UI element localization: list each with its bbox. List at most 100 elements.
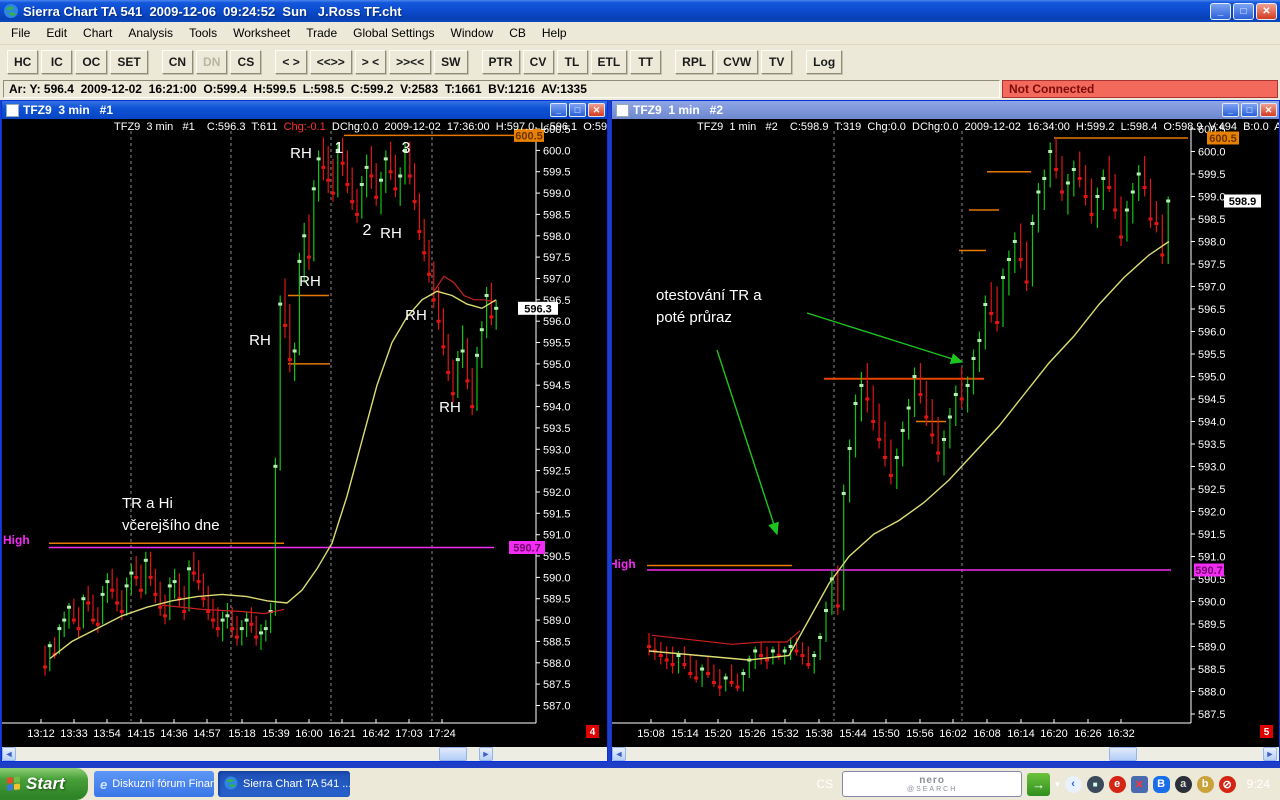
chart-canvas-3min[interactable]: 600.5600.0599.5599.0598.5598.0597.5597.0… bbox=[2, 119, 607, 747]
toolbar-button-hc[interactable]: HC bbox=[7, 49, 39, 74]
chart-maximize-button[interactable]: □ bbox=[569, 103, 586, 117]
toolbar-button-tv[interactable]: TV bbox=[761, 49, 793, 74]
toolbar-button-[interactable]: <<>> bbox=[309, 49, 352, 74]
bluetooth-icon[interactable]: B bbox=[1152, 775, 1170, 793]
scroll-right-button[interactable]: ► bbox=[1263, 747, 1277, 761]
chart-minimize-button[interactable]: _ bbox=[1222, 103, 1239, 117]
tray-collapse-chevron-icon[interactable]: ‹ bbox=[1064, 775, 1082, 793]
toolbar-button-[interactable]: < > bbox=[275, 49, 307, 74]
menu-trade[interactable]: Trade bbox=[298, 23, 345, 43]
menu-worksheet[interactable]: Worksheet bbox=[225, 23, 298, 43]
chart-window-icon bbox=[616, 103, 629, 117]
toolbar-button-ptr[interactable]: PTR bbox=[481, 49, 520, 74]
toolbar-button-cn[interactable]: CN bbox=[161, 49, 194, 74]
search-dropdown-arrow[interactable]: ▾ bbox=[1055, 779, 1060, 790]
svg-text:595.5: 595.5 bbox=[543, 338, 571, 350]
menu-tools[interactable]: Tools bbox=[181, 23, 225, 43]
toolbar-button-cv[interactable]: CV bbox=[522, 49, 554, 74]
display-error-icon[interactable]: ✕ bbox=[1130, 775, 1148, 793]
app-close-button[interactable]: ✕ bbox=[1256, 2, 1277, 20]
toolbar-button-cvw[interactable]: CVW bbox=[716, 49, 759, 74]
taskbar-clock[interactable]: 9:24 bbox=[1247, 777, 1270, 791]
svg-text:15:38: 15:38 bbox=[805, 728, 833, 740]
scroll-thumb[interactable] bbox=[439, 747, 467, 761]
horizontal-scrollbar[interactable]: ◄ ► bbox=[612, 747, 1279, 761]
toolbar-button-rpl[interactable]: RPL bbox=[675, 49, 714, 74]
chart-window-3min-titlebar[interactable]: TFZ9 3 min #1 _ □ ✕ bbox=[2, 101, 607, 119]
svg-text:14:57: 14:57 bbox=[193, 728, 221, 740]
chart-window-title: TFZ9 1 min #2 bbox=[633, 103, 724, 117]
toolbar-button-log[interactable]: Log bbox=[806, 49, 843, 74]
menu-analysis[interactable]: Analysis bbox=[120, 23, 181, 43]
toolbar-button-tt[interactable]: TT bbox=[630, 49, 662, 74]
time-scale[interactable]: 15:08 15:14 15:20 15:26 15:32 15:38 15:44 15:50… bbox=[637, 719, 1135, 740]
app-minimize-button[interactable]: _ bbox=[1210, 2, 1231, 20]
toolbar-button-tl[interactable]: TL bbox=[556, 49, 588, 74]
b-tray-icon[interactable]: b bbox=[1196, 775, 1214, 793]
menu-cb[interactable]: CB bbox=[501, 23, 534, 43]
scroll-right-button[interactable]: ► bbox=[479, 747, 493, 761]
annotation-label: 2 bbox=[363, 222, 372, 239]
app-titlebar[interactable]: Sierra Chart TA 541 2009-12-06 09:24:52 … bbox=[0, 0, 1280, 22]
svg-text:587.0: 587.0 bbox=[543, 701, 571, 713]
toolbar-button-oc[interactable]: OC bbox=[75, 49, 108, 74]
annotation-arrow bbox=[716, 349, 779, 536]
svg-text:592.5: 592.5 bbox=[1198, 484, 1226, 496]
toolbar-button-etl[interactable]: ETL bbox=[590, 49, 628, 74]
avast-tray-icon[interactable]: a bbox=[1174, 775, 1192, 793]
network-activity-icon[interactable]: ■ bbox=[1086, 775, 1104, 793]
moving-average-red bbox=[651, 630, 801, 645]
chart-maximize-button[interactable]: □ bbox=[1241, 103, 1258, 117]
chart-window-1min[interactable]: TFZ9 1 min #2 _ □ ✕ 600.5 600.0 599.5 599.0… bbox=[611, 100, 1280, 762]
toolbar-button-[interactable]: > < bbox=[354, 49, 387, 74]
reference-lines bbox=[647, 137, 1188, 571]
scroll-left-button[interactable]: ◄ bbox=[2, 747, 16, 761]
toolbar-button-set[interactable]: SET bbox=[110, 49, 148, 74]
svg-text:588.0: 588.0 bbox=[1198, 687, 1226, 699]
scroll-left-button[interactable]: ◄ bbox=[612, 747, 626, 761]
menu-global-settings[interactable]: Global Settings bbox=[345, 23, 442, 43]
menu-help[interactable]: Help bbox=[534, 23, 575, 43]
taskbar-task-browser[interactable]: e Diskuzní fórum Financ... bbox=[94, 771, 214, 797]
antivirus-icon[interactable]: e bbox=[1108, 775, 1126, 793]
svg-text:592.5: 592.5 bbox=[543, 466, 571, 478]
svg-text:599.5: 599.5 bbox=[1198, 169, 1226, 181]
svg-text:13:12: 13:12 bbox=[27, 728, 55, 740]
menu-edit[interactable]: Edit bbox=[38, 23, 75, 43]
taskbar-task-sierra-chart[interactable]: Sierra Chart TA 541 ... bbox=[218, 771, 350, 797]
nero-search-input[interactable]: nero @SEARCH bbox=[842, 771, 1023, 797]
start-button[interactable]: Start bbox=[0, 768, 88, 800]
menu-chart[interactable]: Chart bbox=[75, 23, 120, 43]
chart-area-3min[interactable]: 600.5 600.0 599.5 599.0 598.5 598.0 597.5 597.0… bbox=[2, 119, 607, 747]
menu-window[interactable]: Window bbox=[443, 23, 502, 43]
chart-canvas-1min[interactable]: 600.5 600.0 599.5 599.0 598.5 598.0 597.5 597.0… bbox=[612, 119, 1279, 747]
taskbar: Start e Diskuzní fórum Financ... Sierra … bbox=[0, 768, 1280, 800]
svg-text:17:24: 17:24 bbox=[428, 728, 456, 740]
price-scale[interactable]: 600.5600.0599.5599.0598.5598.0597.5597.0… bbox=[612, 124, 1226, 724]
toolbar-button-cs[interactable]: CS bbox=[230, 49, 262, 74]
annotation-label: RH bbox=[290, 145, 312, 162]
language-indicator[interactable]: CS bbox=[816, 777, 833, 791]
time-scale[interactable]: 13:12 13:33 13:54 14:15 14:36 14:57 15:18 15:39… bbox=[27, 719, 456, 740]
svg-text:591.5: 591.5 bbox=[1198, 529, 1226, 541]
chart-close-button[interactable]: ✕ bbox=[1260, 103, 1277, 117]
horizontal-scrollbar[interactable]: ◄ ► bbox=[2, 747, 607, 761]
toolbar-button-ic[interactable]: IC bbox=[41, 49, 73, 74]
menu-file[interactable]: File bbox=[3, 23, 38, 43]
chart-window-1min-titlebar[interactable]: TFZ9 1 min #2 _ □ ✕ bbox=[612, 101, 1279, 119]
svg-text:15:26: 15:26 bbox=[738, 728, 766, 740]
search-go-button[interactable]: → bbox=[1027, 772, 1051, 796]
chart-close-button[interactable]: ✕ bbox=[588, 103, 605, 117]
annotation-tr-hi: TR a Hi včerejšího dne bbox=[122, 495, 220, 534]
chart-area-1min[interactable]: 600.5 600.0 599.5 599.0 598.5 598.0 597.5 597.0… bbox=[612, 119, 1279, 747]
toolbar-button-[interactable]: >><< bbox=[389, 49, 432, 74]
app-maximize-button[interactable]: □ bbox=[1233, 2, 1254, 20]
svg-text:595.0: 595.0 bbox=[543, 359, 571, 371]
svg-text:597.5: 597.5 bbox=[1198, 259, 1226, 271]
toolbar-button-sw[interactable]: SW bbox=[434, 49, 468, 74]
svg-text:598.5: 598.5 bbox=[543, 209, 571, 221]
scroll-thumb[interactable] bbox=[1109, 747, 1137, 761]
chart-window-3min[interactable]: TFZ9 3 min #1 _ □ ✕ 600.5 600.0 599.5 599.0… bbox=[1, 100, 608, 762]
disconnected-icon[interactable]: ⊘ bbox=[1218, 775, 1236, 793]
chart-minimize-button[interactable]: _ bbox=[550, 103, 567, 117]
